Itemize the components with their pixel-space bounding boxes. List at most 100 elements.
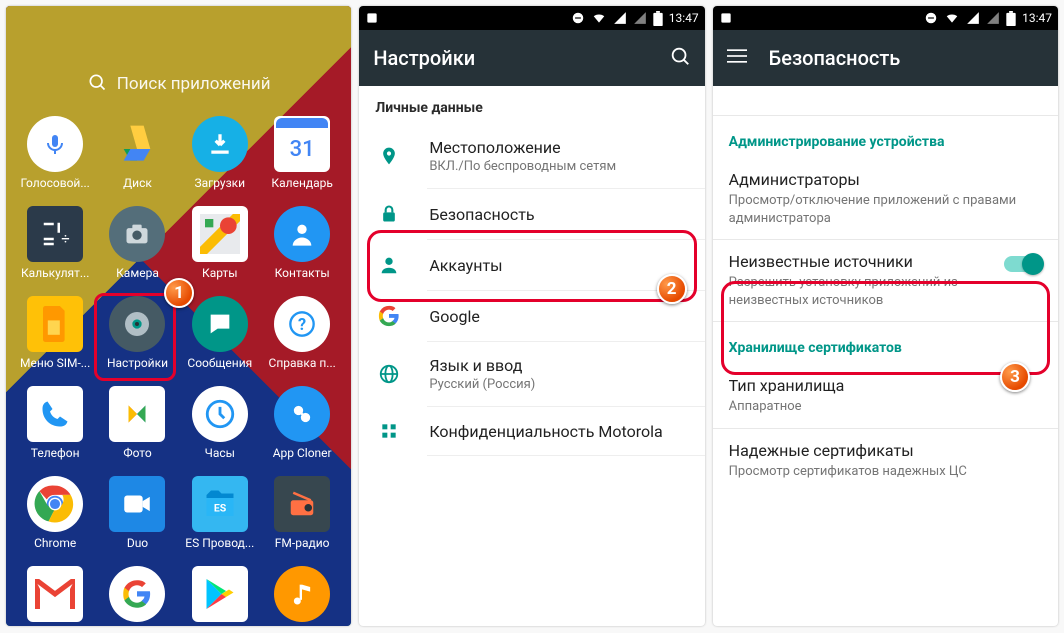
app-диск[interactable]: Диск — [98, 116, 176, 190]
settings-row-privacy[interactable]: Конфиденциальность Motorola — [359, 407, 704, 455]
clock-text: 13:47 — [1022, 11, 1052, 25]
svg-text:ES: ES — [214, 502, 227, 515]
phone-security: 13:47 Безопасность Администрирование уст… — [713, 6, 1058, 626]
settings-row-lock[interactable]: Безопасность — [359, 189, 704, 239]
screenshot-icon — [365, 11, 379, 25]
sms-icon — [192, 296, 248, 352]
section-cert-storage: Хранилище сертификатов — [713, 322, 1058, 364]
row-title: Надежные сертификаты — [729, 441, 1042, 460]
row-storage-type[interactable]: Тип хранилища Аппаратное — [713, 364, 1058, 428]
signal2-icon — [633, 11, 647, 25]
status-bar: 13:47 — [713, 6, 1058, 30]
settings-row-language[interactable]: Язык и ввод Русский (Россия) — [359, 342, 704, 406]
app-google[interactable]: Google — [98, 566, 176, 626]
search-icon — [87, 72, 107, 97]
download-icon — [192, 116, 248, 172]
settings-toolbar: Настройки — [359, 30, 704, 86]
wifi-icon — [591, 11, 607, 25]
gear-icon — [109, 296, 165, 352]
camera-icon — [109, 206, 165, 262]
wifi-icon — [944, 11, 960, 25]
app-label: Фото — [123, 446, 151, 460]
app-label: FM-радио — [275, 536, 330, 550]
app-контакты[interactable]: Контакты — [263, 206, 341, 280]
duo-icon — [109, 476, 165, 532]
app-g-play[interactable]: G Play — [181, 566, 259, 626]
row-title: Безопасность — [429, 205, 534, 224]
clock-text: 13:47 — [669, 11, 699, 25]
app-label: Chrome — [34, 536, 76, 550]
phone-icon — [27, 386, 83, 442]
app-фото[interactable]: Фото — [98, 386, 176, 460]
settings-title: Настройки — [373, 46, 475, 70]
settings-row-location[interactable]: МестоположениеВКЛ./По беспроводным сетям — [359, 124, 704, 188]
dnd-icon — [924, 11, 938, 25]
app-label: Телефон — [31, 446, 80, 460]
row-sub: Русский (Россия) — [429, 377, 535, 392]
gmail-icon — [27, 566, 83, 622]
row-sub: ВКЛ./По беспроводным сетям — [429, 159, 616, 174]
app-карты[interactable]: Карты — [181, 206, 259, 280]
play-icon — [192, 566, 248, 622]
app-голосовой-[interactable]: Голосовой... — [16, 116, 94, 190]
photos-icon — [109, 386, 165, 442]
app-загрузки[interactable]: Загрузки — [181, 116, 259, 190]
help-icon: ? — [274, 296, 330, 352]
app-label: Сообщения — [187, 356, 252, 370]
security-title: Безопасность — [769, 46, 901, 70]
settings-row-account[interactable]: Аккаунты — [359, 240, 704, 290]
settings-row-google[interactable]: Google — [359, 291, 704, 341]
calc-icon: ÷ — [27, 206, 83, 262]
app-label: Голосовой... — [20, 176, 89, 190]
app-сообщения[interactable]: Сообщения — [181, 296, 259, 370]
cloner-icon — [274, 386, 330, 442]
unknown-sources-toggle[interactable] — [1004, 256, 1042, 272]
drive-icon — [109, 116, 165, 172]
app-label: Загрузки — [195, 176, 246, 190]
signal-icon — [613, 11, 627, 25]
app-label: Настройки — [107, 356, 168, 370]
app-app-cloner[interactable]: App Cloner — [263, 386, 341, 460]
app-music[interactable]: Music — [263, 566, 341, 626]
search-icon[interactable] — [669, 45, 691, 72]
app-gmail[interactable]: Gmail — [16, 566, 94, 626]
app-es-провод-[interactable]: ESES Провод... — [181, 476, 259, 550]
clock-icon — [192, 386, 248, 442]
app-search[interactable]: Поиск приложений — [6, 54, 351, 114]
row-title: Язык и ввод — [429, 356, 535, 375]
account-icon — [375, 254, 403, 276]
app-label: Контакты — [275, 266, 330, 280]
hamburger-icon[interactable] — [727, 46, 747, 71]
row-administrators[interactable]: Администраторы Просмотр/отключение прило… — [713, 158, 1058, 239]
row-sub: Просмотр/отключение приложений с правами… — [729, 192, 1042, 227]
google-icon — [375, 305, 403, 327]
dnd-icon — [571, 11, 585, 25]
screenshot-icon — [719, 11, 733, 25]
app-телефон[interactable]: Телефон — [16, 386, 94, 460]
app-label: Часы — [205, 446, 235, 460]
mic-icon — [27, 116, 83, 172]
app-label: Duo — [127, 536, 148, 550]
app-duo[interactable]: Duo — [98, 476, 176, 550]
app-меню-sim-[interactable]: Меню SIM-... — [16, 296, 94, 370]
app-fm-радио[interactable]: FM-радио — [263, 476, 341, 550]
signal-icon — [966, 11, 980, 25]
row-title: Администраторы — [729, 170, 1042, 189]
row-unknown-sources[interactable]: Неизвестные источники Разрешить установк… — [713, 240, 1058, 321]
language-icon — [375, 363, 403, 385]
app-календарь[interactable]: 31Календарь — [263, 116, 341, 190]
app-часы[interactable]: Часы — [181, 386, 259, 460]
31-icon: 31 — [274, 116, 330, 172]
app-label: Карты — [202, 266, 238, 280]
app-камера[interactable]: Камера — [98, 206, 176, 280]
app-калькулят-[interactable]: ÷Калькулят... — [16, 206, 94, 280]
app-chrome[interactable]: Chrome — [16, 476, 94, 550]
security-toolbar: Безопасность — [713, 30, 1058, 86]
app-label: Меню SIM-... — [20, 356, 90, 370]
row-trusted-certs[interactable]: Надежные сертификаты Просмотр сертификат… — [713, 429, 1058, 493]
app-настройки[interactable]: Настройки — [98, 296, 176, 370]
status-bar: 13:47 — [359, 6, 704, 30]
lock-icon — [375, 203, 403, 225]
app-справка-п-[interactable]: ?Справка п... — [263, 296, 341, 370]
row-title: Конфиденциальность Motorola — [429, 422, 662, 441]
